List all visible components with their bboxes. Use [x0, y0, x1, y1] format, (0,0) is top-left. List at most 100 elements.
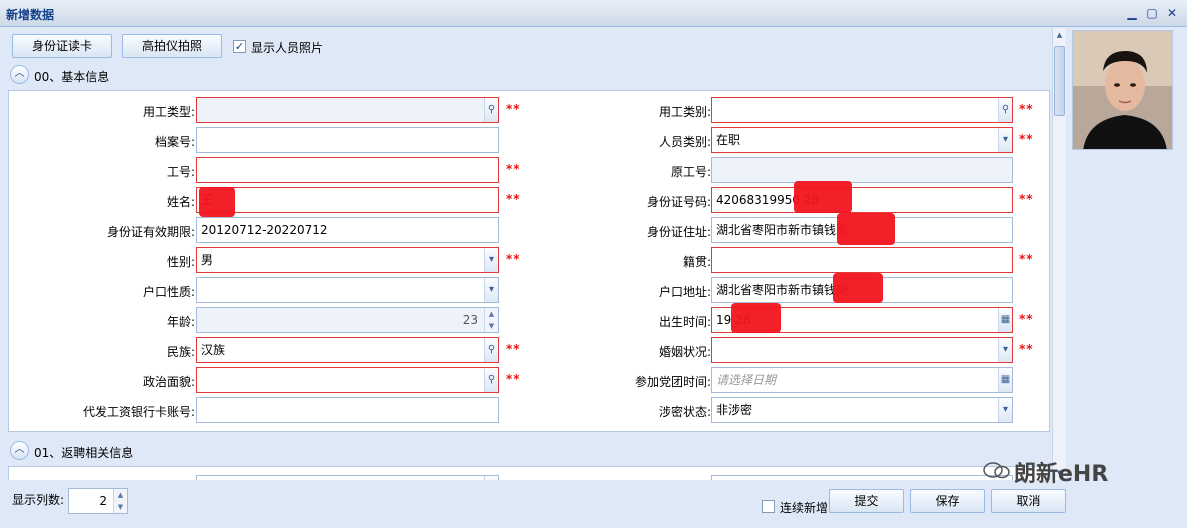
form-field-input[interactable] [196, 157, 499, 183]
form-field-input[interactable]: 42068319950 28 [711, 187, 1013, 213]
close-icon[interactable]: ✕ [1164, 6, 1180, 20]
collapse-icon[interactable]: ︿ [10, 441, 29, 460]
field-label: 涉密状态: [658, 405, 711, 419]
chevron-down-icon[interactable]: ▾ [998, 338, 1012, 362]
field-label: 档案号: [154, 135, 195, 149]
form-field-input[interactable] [711, 157, 1013, 183]
field-label: 身份证有效期限: [106, 225, 195, 239]
basic-info-fieldset: 用工类型: ⚲ ** 档案号: 工号: ** 姓名:王 ** 身份证有效期限: 20120712-… [8, 90, 1050, 432]
form-field-input[interactable]: ▾ [196, 277, 499, 303]
collapse-icon[interactable]: ︿ [10, 65, 29, 84]
calendar-icon[interactable]: ▦ [998, 368, 1012, 392]
field-value: 23 [462, 313, 478, 327]
save-button[interactable]: 保存 [910, 489, 985, 513]
required-marker: ** [1019, 132, 1034, 146]
camera-photo-button[interactable]: 高拍仪拍照 [122, 34, 222, 58]
wechat-icon [983, 462, 1010, 479]
chevron-down-icon[interactable]: ▾ [484, 278, 498, 302]
section-basic-info-header[interactable]: ︿ 00、基本信息 [10, 64, 210, 86]
rehire-fieldset: ▾ [8, 466, 1050, 480]
field-label: 用工类型: [142, 105, 195, 119]
watermark-text: 朗新eHR [1014, 462, 1109, 487]
field-value: 20120712-20220712 [201, 223, 328, 237]
spinner-icon[interactable]: ▲ ▼ [484, 308, 498, 332]
required-marker: ** [506, 342, 521, 356]
form-field-input[interactable]: 23 ▲ ▼ [196, 307, 499, 333]
submit-button[interactable]: 提交 [829, 489, 904, 513]
form-field-input[interactable]: 非涉密 ▾ [711, 397, 1013, 423]
redaction-mark [794, 181, 852, 213]
columns-label: 显示列数: [12, 493, 65, 507]
toolbar: 身份证读卡 高拍仪拍照 ✓ 显示人员照片 [0, 28, 1052, 62]
form-field-input[interactable]: 汉族 ⚲ [196, 337, 499, 363]
search-icon[interactable]: ⚲ [484, 368, 498, 392]
photo-panel [1066, 28, 1187, 480]
field-value: 汉族 [201, 343, 226, 357]
field-label: 政治面貌: [142, 375, 195, 389]
form-field-input[interactable]: ▾ [711, 337, 1013, 363]
field-label: 参加党团时间: [634, 375, 711, 389]
form-content: ︿ 00、基本信息 用工类型: ⚲ ** 档案号: 工号: ** 姓名:王 ** 身份证有效期限… [0, 62, 1052, 480]
form-field-input[interactable]: 王 [196, 187, 499, 213]
required-marker: ** [506, 192, 521, 206]
field-value: 男 [201, 253, 214, 267]
form-field-input[interactable]: 请选择日期 ▦ [711, 367, 1013, 393]
columns-stepper[interactable]: 2 ▲ ▼ [68, 488, 128, 514]
footer-bar: 朗新eHR 显示列数: 2 ▲ ▼ 连续新增 提交 保存 取消 [0, 462, 1187, 528]
scrollbar-thumb[interactable] [1054, 46, 1065, 116]
minimize-icon[interactable]: ▁ [1124, 6, 1140, 20]
field-value: 请选择日期 [716, 373, 777, 387]
form-field-input[interactable]: 20120712-20220712 [196, 217, 499, 243]
form-field-input[interactable] [711, 247, 1013, 273]
field-label: 姓名: [166, 195, 195, 209]
chevron-down-icon[interactable]: ▾ [998, 398, 1012, 422]
show-photo-checkbox[interactable]: ✓ [233, 40, 246, 53]
redaction-mark [837, 213, 895, 245]
required-marker: ** [1019, 312, 1034, 326]
search-icon[interactable]: ⚲ [484, 98, 498, 122]
required-marker: ** [506, 252, 521, 266]
field-value: 非涉密 [716, 403, 753, 417]
required-marker: ** [506, 162, 521, 176]
field-label: 年龄: [166, 315, 195, 329]
window-title: 新增数据 [6, 8, 55, 22]
field-value: 在职 [716, 133, 741, 147]
field-label: 籍贯: [682, 255, 711, 269]
form-field-input[interactable]: ⚲ [196, 97, 499, 123]
maximize-icon[interactable]: ▢ [1144, 6, 1160, 20]
calendar-icon[interactable]: ▦ [998, 308, 1012, 332]
field-label: 工号: [166, 165, 195, 179]
required-marker: ** [1019, 192, 1034, 206]
form-field-input[interactable]: ⚲ [196, 367, 499, 393]
required-marker: ** [506, 372, 521, 386]
chevron-down-icon[interactable]: ▾ [484, 248, 498, 272]
field-label: 户口性质: [142, 285, 195, 299]
form-field-input[interactable]: 男 ▾ [196, 247, 499, 273]
cancel-button[interactable]: 取消 [991, 489, 1066, 513]
continuous-add-checkbox[interactable] [762, 500, 775, 513]
spinner-icon[interactable]: ▲ ▼ [113, 489, 127, 513]
field-label: 用工类别: [658, 105, 711, 119]
search-icon[interactable]: ⚲ [998, 98, 1012, 122]
form-field-input[interactable]: ⚲ [711, 97, 1013, 123]
scroll-up-icon[interactable]: ▲ [1053, 28, 1066, 42]
field-label: 人员类别: [658, 135, 711, 149]
required-marker: ** [1019, 102, 1034, 116]
form-field-input[interactable]: 在职 ▾ [711, 127, 1013, 153]
window-titlebar: 新增数据 ▁ ▢ ✕ [0, 0, 1187, 27]
columns-value: 2 [99, 494, 107, 508]
required-marker: ** [506, 102, 521, 116]
field-value: 湖北省枣阳市新市镇钱岗 [716, 223, 849, 237]
form-field-input[interactable] [196, 397, 499, 423]
redaction-mark [833, 273, 883, 303]
vertical-scrollbar[interactable]: ▲ ▼ [1052, 28, 1066, 480]
continuous-add-label: 连续新增 [780, 501, 829, 515]
section-rehire-header[interactable]: ︿ 01、返聘相关信息 [10, 440, 210, 462]
search-icon[interactable]: ⚲ [484, 338, 498, 362]
field-value: 湖北省枣阳市新市镇钱岗 [716, 283, 849, 297]
field-label: 身份证号码: [646, 195, 711, 209]
show-photo-label: 显示人员照片 [251, 41, 324, 55]
chevron-down-icon[interactable]: ▾ [998, 128, 1012, 152]
id-card-read-button[interactable]: 身份证读卡 [12, 34, 112, 58]
form-field-input[interactable] [196, 127, 499, 153]
